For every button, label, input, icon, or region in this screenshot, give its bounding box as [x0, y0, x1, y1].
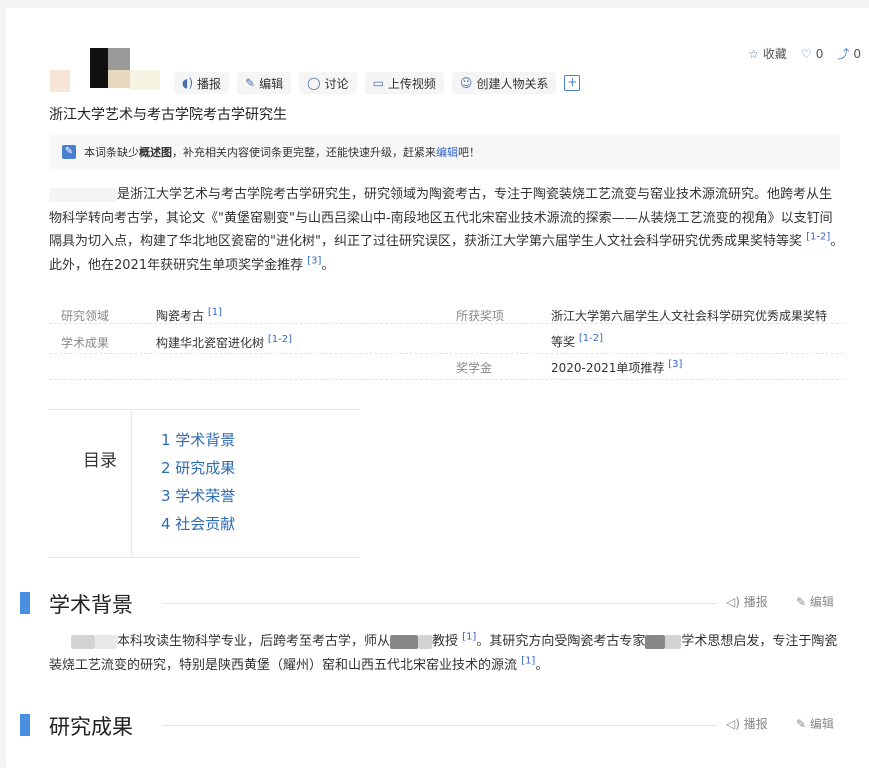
section-play-button[interactable]: ◁) 播报	[726, 593, 768, 610]
star-icon: ☆	[748, 47, 759, 61]
table-of-contents: 目录 1 学术背景 2 研究成果 3 学术荣誉 4 社会贡献	[49, 409, 359, 558]
redacted-name	[108, 70, 130, 88]
toc-item[interactable]: 2 研究成果	[161, 457, 235, 478]
info-value: 陶瓷考古 [1]	[156, 307, 223, 324]
redacted-name	[90, 48, 108, 88]
missing-image-notice: ✎ 本词条缺少 概述图 ，补充相关内容使词条更完整，还能快速升级，赶紧来 编辑 吧！	[50, 135, 840, 169]
entry-toolbar: ◖) 播报 ✎ 编辑 ◯ 讨论 ▭ 上传视频 ☺ 创建人物关系 +	[174, 72, 581, 96]
reference-link[interactable]: [1]	[521, 655, 535, 666]
discuss-button[interactable]: ◯ 讨论	[299, 72, 357, 94]
reference-link[interactable]: [1-2]	[268, 334, 292, 345]
reference-link[interactable]: [1]	[208, 307, 222, 318]
redacted-name	[390, 634, 419, 649]
divider	[131, 410, 132, 557]
toc-title: 目录	[83, 451, 117, 471]
section-header-achievements: 研究成果 ◁) 播报 ✎ 编辑	[20, 711, 840, 741]
speaker-icon: ◁)	[726, 595, 744, 609]
speaker-icon: ◁)	[726, 717, 744, 731]
page: ◖) 播报 ✎ 编辑 ◯ 讨论 ▭ 上传视频 ☺ 创建人物关系 + ☆ 收藏 ♡ 0 ⤴ 0 浙…	[0, 0, 869, 768]
info-label: 学术成果	[61, 336, 110, 350]
pencil-icon: ✎	[62, 145, 76, 159]
section-edit-button[interactable]: ✎ 编辑	[796, 593, 834, 610]
info-value: 等奖 [1-2]	[551, 333, 603, 350]
info-value: 2020-2021单项推荐 [3]	[551, 359, 683, 376]
entry-subtitle: 浙江大学艺术与考古学院考古学研究生	[49, 107, 287, 123]
redacted-name	[95, 634, 117, 649]
create-relation-button[interactable]: ☺ 创建人物关系	[451, 72, 557, 94]
redacted-name	[645, 634, 666, 649]
speaker-icon: ◖)	[182, 76, 194, 90]
toc-item[interactable]: 4 社会贡献	[161, 513, 235, 534]
section-marker	[20, 592, 30, 614]
entry-actions: ☆ 收藏 ♡ 0 ⤴ 0	[748, 45, 861, 62]
redacted-name	[418, 634, 433, 649]
info-value: 构建华北瓷窑进化树 [1-2]	[156, 334, 292, 351]
reference-link[interactable]: [1]	[462, 632, 476, 643]
info-row	[49, 353, 844, 380]
edit-button[interactable]: ✎ 编辑	[237, 72, 292, 94]
reference-link[interactable]: [3]	[307, 255, 321, 266]
divider	[162, 603, 717, 604]
info-label: 奖学金	[456, 361, 493, 375]
toc-item[interactable]: 3 学术荣誉	[161, 485, 235, 506]
redacted-name	[50, 70, 70, 92]
thumbs-up-icon: ♡	[800, 46, 812, 61]
reference-link[interactable]: [1-2]	[579, 333, 603, 344]
like-button[interactable]: ♡ 0	[801, 47, 823, 61]
share-icon: ⤴	[837, 47, 850, 61]
toc-item[interactable]: 1 学术背景	[161, 429, 235, 450]
redacted-name	[108, 48, 130, 70]
reference-link[interactable]: [1-2]	[806, 232, 830, 243]
section-title: 研究成果	[49, 715, 133, 739]
video-icon: ▭	[372, 76, 384, 90]
section-title: 学术背景	[49, 593, 133, 617]
share-button[interactable]: ⤴ 0	[837, 45, 861, 62]
notice-edit-link[interactable]: 编辑	[436, 144, 458, 160]
lemma-summary: 是浙江大学艺术与考古学院考古学研究生，研究领域为陶瓷考古，专注于陶瓷装烧工艺流变…	[49, 187, 844, 273]
section-marker	[20, 714, 30, 736]
redacted-name	[665, 634, 682, 649]
info-value: 浙江大学第六届学生人文社会科学研究优秀成果奖特	[551, 309, 828, 323]
section-edit-button[interactable]: ✎ 编辑	[796, 715, 834, 732]
plus-icon[interactable]: +	[564, 75, 581, 91]
collect-button[interactable]: ☆ 收藏	[748, 45, 787, 62]
play-button[interactable]: ◖) 播报	[174, 72, 230, 94]
reference-link[interactable]: [3]	[668, 359, 682, 370]
info-label: 研究领域	[61, 309, 110, 323]
upload-video-button[interactable]: ▭ 上传视频	[364, 72, 444, 94]
pencil-icon: ✎	[245, 76, 256, 90]
pencil-icon: ✎	[796, 595, 810, 609]
redacted-name	[130, 70, 160, 90]
people-icon: ☺	[459, 76, 473, 90]
background-paragraph: 本科攻读生物科学专业，后跨考至考古学，师从 教授 [1]。其研究方向受陶瓷考古专家…	[49, 631, 838, 673]
divider	[162, 725, 717, 726]
article-card: ◖) 播报 ✎ 编辑 ◯ 讨论 ▭ 上传视频 ☺ 创建人物关系 + ☆ 收藏 ♡ 0 ⤴ 0 浙…	[6, 8, 869, 768]
chat-icon: ◯	[307, 76, 321, 90]
info-label: 所获奖项	[456, 309, 505, 323]
section-header-background: 学术背景 ◁) 播报 ✎ 编辑	[20, 589, 840, 619]
section-play-button[interactable]: ◁) 播报	[726, 715, 768, 732]
redacted-name	[49, 187, 117, 202]
redacted-name	[71, 634, 95, 649]
pencil-icon: ✎	[796, 717, 810, 731]
